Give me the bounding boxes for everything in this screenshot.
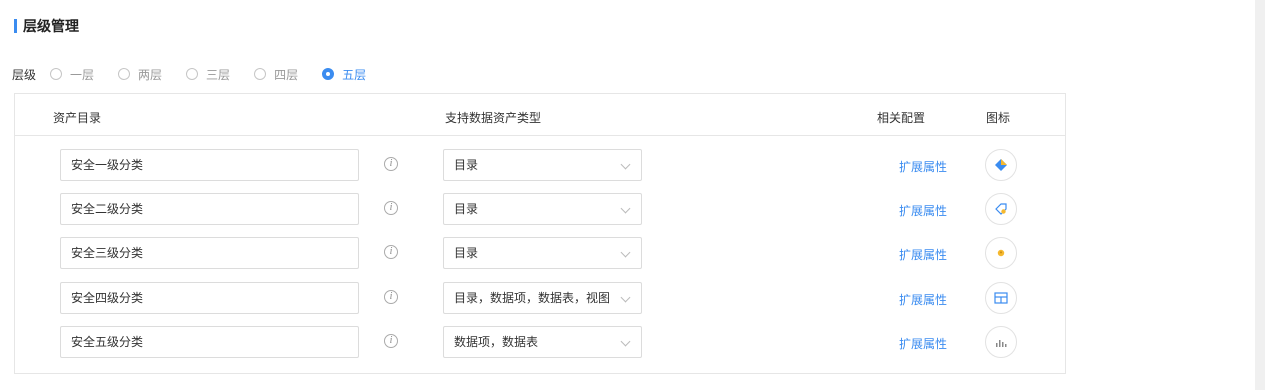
section-header: 层级管理 — [14, 18, 79, 34]
radio-icon-selected[interactable] — [322, 68, 335, 80]
extend-attributes-link[interactable]: 扩展属性 — [899, 291, 947, 308]
catalog-name-input[interactable]: 安全五级分类 — [60, 326, 359, 358]
bar-chart-icon — [996, 340, 1007, 347]
radio-icon[interactable] — [50, 68, 63, 80]
level-selector: 层级 一层 两层 三层 四层 五层 — [12, 66, 390, 82]
dot-icon — [997, 249, 1005, 257]
chevron-down-icon — [620, 159, 631, 170]
tag-icon — [995, 203, 1007, 215]
asset-type-select[interactable]: 目录 — [443, 237, 642, 269]
extend-attributes-link[interactable]: 扩展属性 — [899, 246, 947, 263]
level-option-2[interactable]: 两层 — [118, 66, 162, 83]
info-icon[interactable]: i — [384, 334, 398, 348]
header-types: 支持数据资产类型 — [445, 111, 542, 125]
level-label: 层级 — [12, 67, 37, 82]
row-icon-button[interactable] — [985, 237, 1017, 269]
row-icon-button[interactable] — [985, 193, 1017, 225]
info-icon[interactable]: i — [384, 201, 398, 215]
title-accent-bar — [14, 19, 17, 33]
asset-type-select[interactable]: 目录 — [443, 149, 642, 181]
table-row: 安全三级分类 i 目录 扩展属性 — [15, 237, 1065, 269]
row-icon-button[interactable] — [985, 149, 1017, 181]
catalog-name-input[interactable]: 安全二级分类 — [60, 193, 359, 225]
extend-attributes-link[interactable]: 扩展属性 — [899, 158, 947, 175]
asset-type-select[interactable]: 目录 — [443, 193, 642, 225]
level-option-5[interactable]: 五层 — [322, 66, 366, 83]
catalog-name-input[interactable]: 安全四级分类 — [60, 282, 359, 314]
level-option-3[interactable]: 三层 — [186, 66, 230, 83]
asset-type-value: 目录 — [454, 246, 479, 260]
asset-type-value: 目录 — [454, 202, 479, 216]
extend-attributes-link[interactable]: 扩展属性 — [899, 335, 947, 352]
chevron-down-icon — [620, 292, 631, 303]
chevron-down-icon — [620, 336, 631, 347]
header-catalog: 资产目录 — [53, 111, 102, 125]
radio-icon[interactable] — [118, 68, 131, 80]
table-row: 安全四级分类 i 目录，数据项，数据表，视图 扩展属性 — [15, 282, 1065, 314]
scrollbar[interactable] — [1255, 0, 1265, 390]
level-option-label: 五层 — [342, 67, 367, 82]
info-icon[interactable]: i — [384, 290, 398, 304]
page-title: 层级管理 — [23, 18, 79, 34]
level-option-label: 两层 — [138, 67, 163, 82]
diamond-icon — [995, 159, 1007, 171]
level-option-1[interactable]: 一层 — [50, 66, 94, 83]
asset-type-value: 目录，数据项，数据表，视图 — [454, 291, 611, 305]
chevron-down-icon — [620, 203, 631, 214]
info-icon[interactable]: i — [384, 245, 398, 259]
info-icon[interactable]: i — [384, 157, 398, 171]
catalog-name-input[interactable]: 安全一级分类 — [60, 149, 359, 181]
asset-type-value: 目录 — [454, 158, 479, 172]
extend-attributes-link[interactable]: 扩展属性 — [899, 202, 947, 219]
asset-type-select[interactable]: 目录，数据项，数据表，视图 — [443, 282, 642, 314]
row-icon-button[interactable] — [985, 326, 1017, 358]
level-option-4[interactable]: 四层 — [254, 66, 298, 83]
row-icon-button[interactable] — [985, 282, 1017, 314]
level-table: 资产目录 支持数据资产类型 相关配置 图标 安全一级分类 i 目录 扩展属性 安… — [14, 93, 1066, 374]
catalog-name-input[interactable]: 安全三级分类 — [60, 237, 359, 269]
table-row: 安全二级分类 i 目录 扩展属性 — [15, 193, 1065, 225]
asset-type-value: 数据项，数据表 — [454, 335, 539, 349]
asset-type-select[interactable]: 数据项，数据表 — [443, 326, 642, 358]
table-header: 资产目录 支持数据资产类型 相关配置 图标 — [15, 94, 1065, 136]
level-option-label: 四层 — [274, 67, 299, 82]
header-icon: 图标 — [986, 111, 1011, 125]
header-config: 相关配置 — [877, 111, 926, 125]
table-row: 安全一级分类 i 目录 扩展属性 — [15, 149, 1065, 181]
table-row: 安全五级分类 i 数据项，数据表 扩展属性 — [15, 326, 1065, 358]
table-icon — [994, 292, 1008, 304]
radio-icon[interactable] — [186, 68, 199, 80]
level-option-label: 三层 — [206, 67, 231, 82]
radio-icon[interactable] — [254, 68, 267, 80]
level-option-label: 一层 — [70, 67, 95, 82]
chevron-down-icon — [620, 247, 631, 258]
